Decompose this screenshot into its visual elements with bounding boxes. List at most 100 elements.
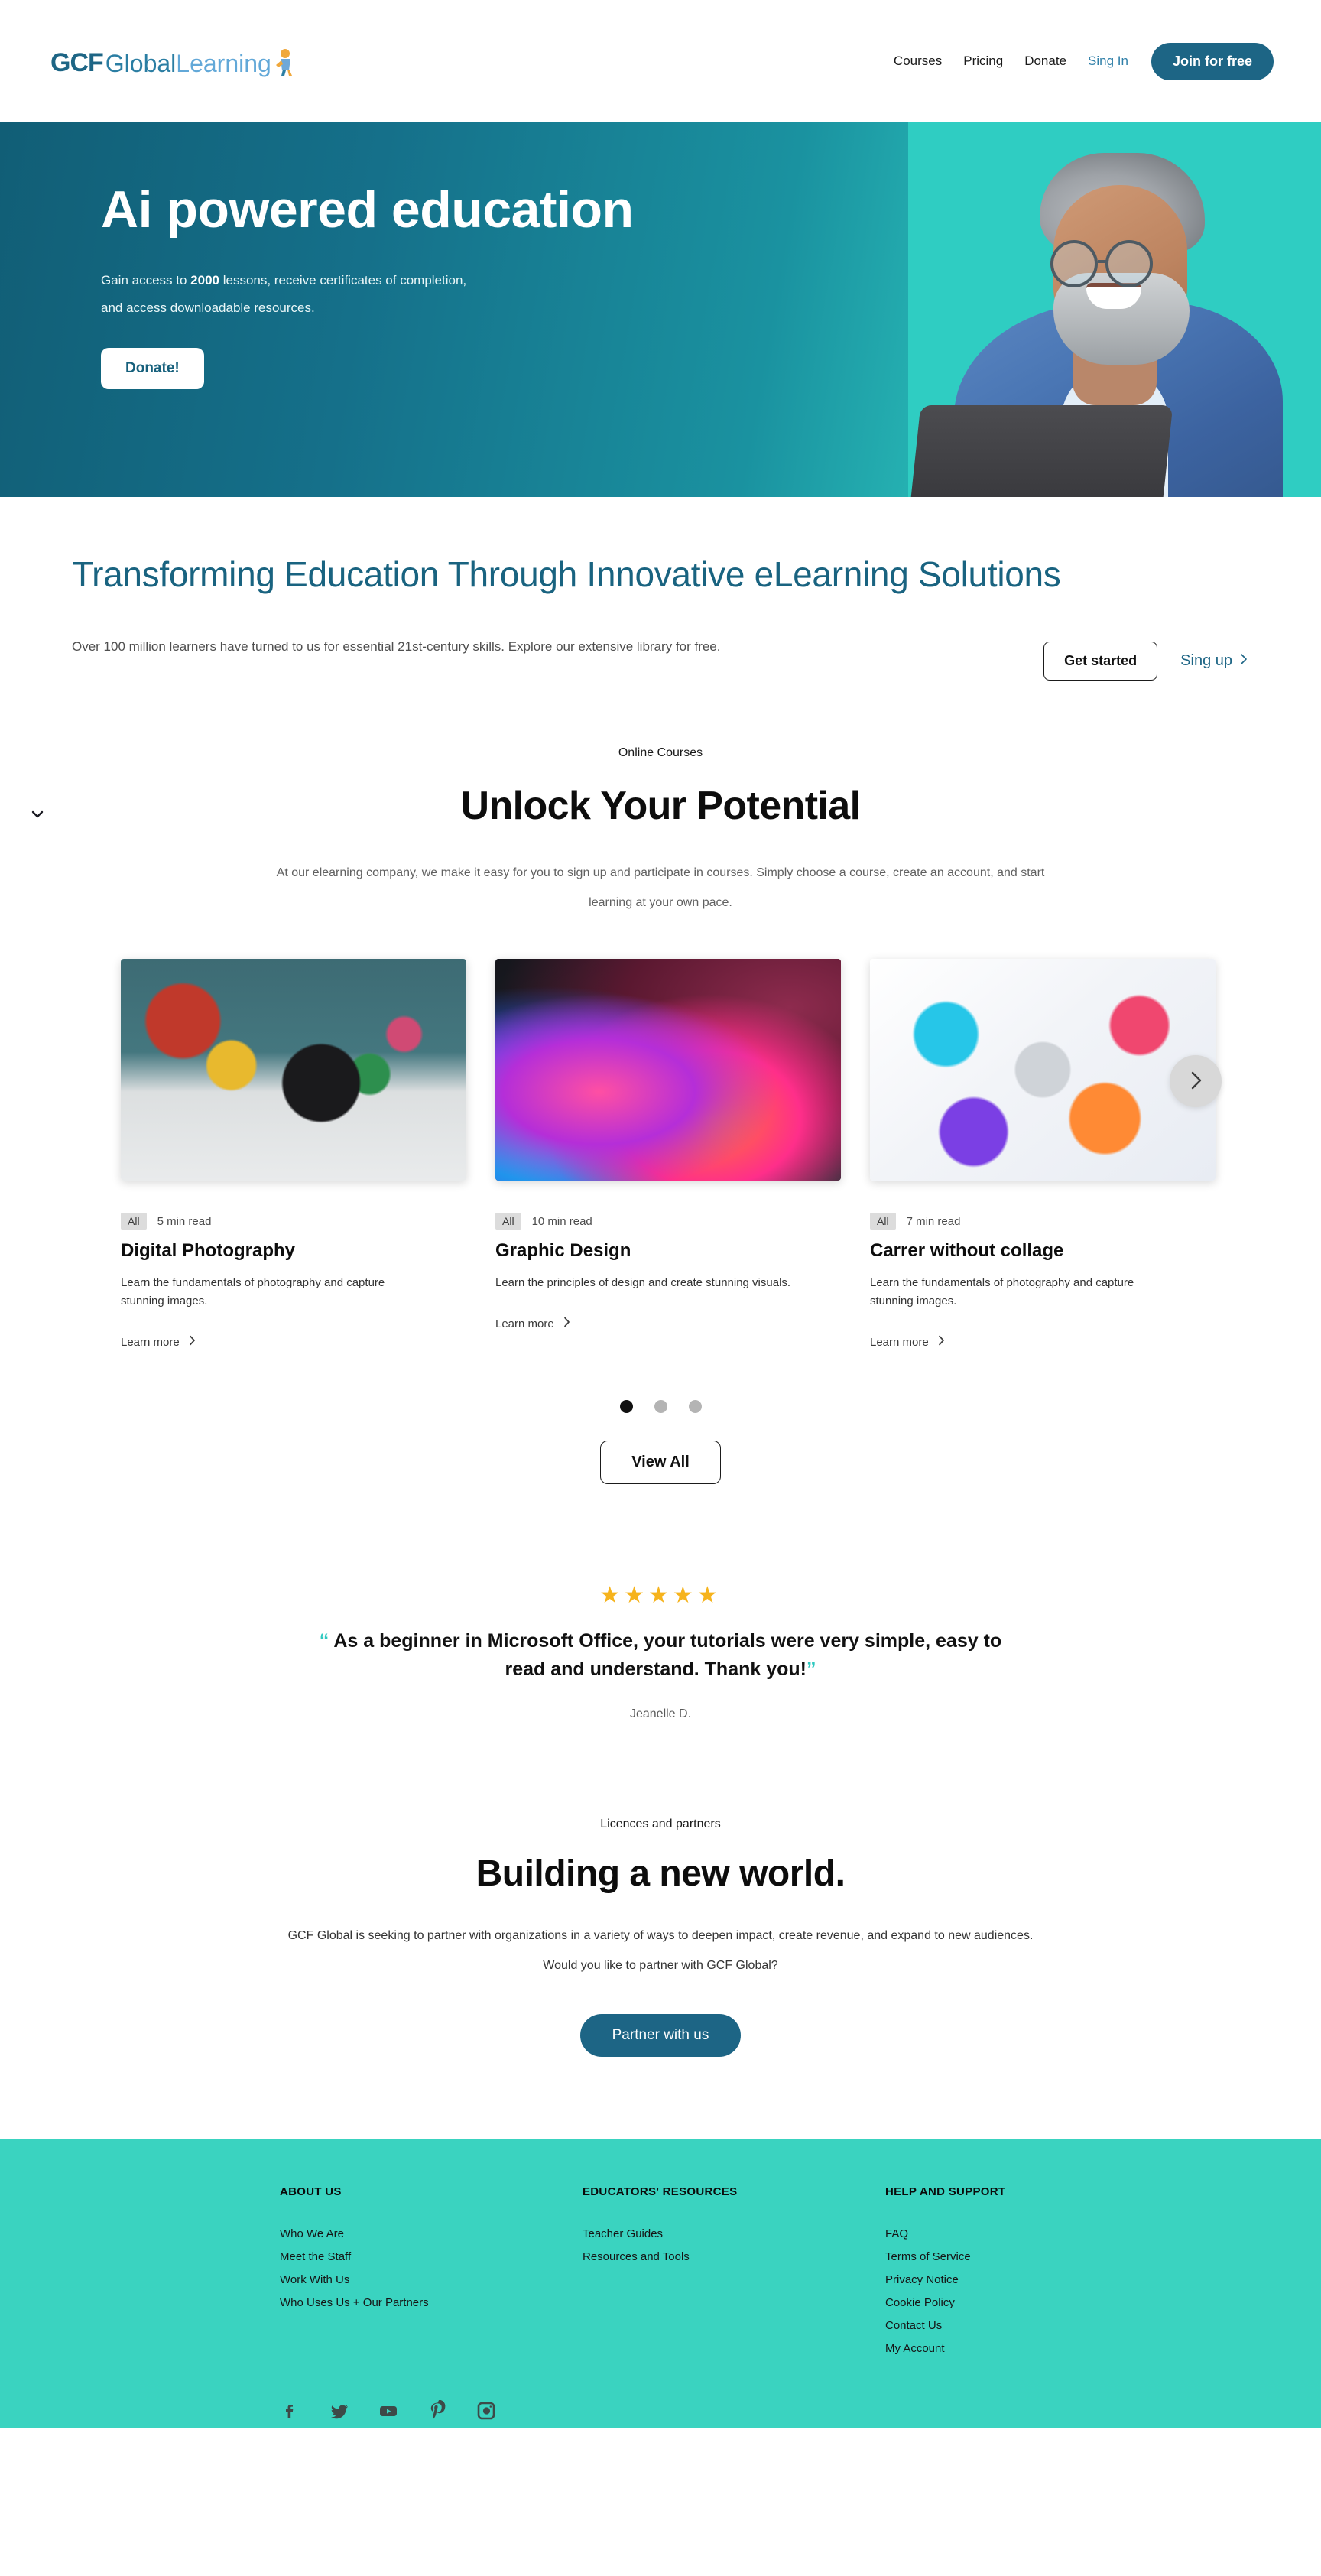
course-title: Graphic Design bbox=[495, 1240, 631, 1262]
course-description: Learn the fundamentals of photography an… bbox=[121, 1276, 385, 1308]
nav-item-sign-in[interactable]: Sing In bbox=[1088, 54, 1128, 69]
logo-text-gcf: GCF bbox=[50, 48, 104, 77]
carousel-dot-1[interactable] bbox=[619, 1399, 633, 1413]
hero-banner: Ai powered education Gain access to 2000… bbox=[0, 122, 1321, 497]
footer-link[interactable]: Work With Us bbox=[280, 2273, 583, 2286]
hero-sub-line2: and access downloadable resources. bbox=[101, 300, 315, 316]
pinterest-icon[interactable] bbox=[427, 2399, 448, 2422]
nav-item-donate[interactable]: Donate bbox=[1024, 54, 1066, 69]
sign-up-link[interactable]: Sing up bbox=[1180, 652, 1248, 670]
carousel-dots bbox=[0, 1399, 1321, 1413]
course-card-image bbox=[870, 959, 1216, 1181]
partners-eyebrow: Licences and partners bbox=[600, 1817, 721, 1830]
courses-carousel: All 5 min read Digital Photography Learn… bbox=[0, 959, 1321, 1350]
learn-more-label: Learn more bbox=[495, 1317, 554, 1330]
rating-stars: ★★★★★ bbox=[599, 1582, 722, 1608]
course-read-time: 10 min read bbox=[531, 1214, 592, 1228]
course-tag: All bbox=[870, 1213, 896, 1230]
footer-link[interactable]: FAQ bbox=[885, 2227, 1005, 2240]
testimonial-author: Jeanelle D. bbox=[629, 1707, 692, 1720]
open-quote-icon: “ bbox=[319, 1629, 329, 1652]
carousel-dot-2[interactable] bbox=[654, 1399, 667, 1413]
footer-link[interactable]: Who We Are bbox=[280, 2227, 583, 2240]
footer-link[interactable]: Meet the Staff bbox=[280, 2250, 583, 2263]
site-logo[interactable]: GCF Global Learning bbox=[50, 47, 296, 76]
courses-heading: Unlock Your Potential bbox=[460, 783, 861, 828]
nav-item-pricing[interactable]: Pricing bbox=[963, 54, 1003, 69]
course-card[interactable]: All 10 min read Graphic Design Learn the… bbox=[495, 959, 841, 1350]
hero-title: Ai powered education bbox=[101, 180, 634, 239]
join-for-free-button[interactable]: Join for free bbox=[1151, 42, 1274, 80]
learn-more-label: Learn more bbox=[121, 1335, 180, 1349]
logo-text-learning: Learning bbox=[176, 50, 271, 77]
chevron-right-icon bbox=[938, 1335, 945, 1349]
chevron-right-icon bbox=[1240, 652, 1248, 670]
footer-column-title: EDUCATORS' RESOURCES bbox=[583, 2185, 738, 2199]
course-title: Digital Photography bbox=[121, 1240, 295, 1262]
chevron-right-icon bbox=[189, 1335, 196, 1349]
courses-section: Online Courses Unlock Your Potential At … bbox=[0, 681, 1321, 1484]
footer-link[interactable]: Contact Us bbox=[885, 2319, 1005, 2332]
carousel-dot-3[interactable] bbox=[688, 1399, 702, 1413]
course-description: Learn the fundamentals of photography an… bbox=[870, 1276, 1134, 1308]
testimonial-text: As a beginner in Microsoft Office, your … bbox=[329, 1629, 1002, 1681]
learn-more-label: Learn more bbox=[870, 1335, 929, 1349]
courses-eyebrow: Online Courses bbox=[618, 746, 703, 759]
course-learn-more-link[interactable]: Learn more bbox=[495, 1317, 570, 1330]
logo-globe-figure-icon bbox=[273, 47, 296, 76]
hero-sub-post: lessons, receive certificates of complet… bbox=[219, 273, 467, 288]
youtube-icon[interactable] bbox=[378, 2400, 399, 2422]
testimonial-section: ★★★★★ “ As a beginner in Microsoft Offic… bbox=[0, 1582, 1321, 1721]
course-card[interactable]: All 5 min read Digital Photography Learn… bbox=[121, 959, 466, 1350]
footer-link[interactable]: Privacy Notice bbox=[885, 2273, 1005, 2286]
footer-link[interactable]: Terms of Service bbox=[885, 2250, 1005, 2263]
footer-link[interactable]: Cookie Policy bbox=[885, 2296, 1005, 2309]
sign-up-label: Sing up bbox=[1180, 651, 1232, 669]
transform-heading: Transforming Education Through Innovativ… bbox=[72, 554, 1061, 594]
get-started-button[interactable]: Get started bbox=[1043, 641, 1158, 681]
partners-heading: Building a new world. bbox=[475, 1853, 846, 1894]
chevron-right-icon bbox=[563, 1317, 570, 1330]
footer-link[interactable]: Who Uses Us + Our Partners bbox=[280, 2296, 583, 2309]
hero-subtitle: Gain access to 2000 lessons, receive cer… bbox=[101, 267, 651, 321]
course-description: Learn the principles of design and creat… bbox=[495, 1276, 791, 1290]
course-learn-more-link[interactable]: Learn more bbox=[121, 1335, 196, 1349]
course-read-time: 7 min read bbox=[906, 1214, 961, 1228]
transform-copy: Over 100 million learners have turned to… bbox=[72, 638, 721, 654]
site-header: GCF Global Learning Courses Pricing Dona… bbox=[0, 0, 1321, 122]
logo-text-global: Global bbox=[105, 50, 177, 77]
course-learn-more-link[interactable]: Learn more bbox=[870, 1335, 945, 1349]
hero-donate-button[interactable]: Donate! bbox=[101, 347, 204, 389]
carousel-next-button[interactable] bbox=[1170, 1055, 1222, 1108]
courses-copy: At our elearning company, we make it eas… bbox=[276, 866, 1045, 910]
footer-link[interactable]: Resources and Tools bbox=[583, 2250, 885, 2263]
partners-copy: GCF Global is seeking to partner with or… bbox=[287, 1928, 1034, 1972]
footer-link[interactable]: Teacher Guides bbox=[583, 2227, 885, 2240]
facebook-icon[interactable] bbox=[280, 2400, 301, 2422]
partner-with-us-button[interactable]: Partner with us bbox=[579, 2014, 742, 2058]
testimonial-quote: “ As a beginner in Microsoft Office, you… bbox=[309, 1627, 1012, 1684]
course-title: Carrer without collage bbox=[870, 1240, 1064, 1262]
course-card[interactable]: All 7 min read Carrer without collage Le… bbox=[870, 959, 1216, 1350]
hero-sub-count: 2000 bbox=[190, 273, 219, 288]
hero-laptop-prop bbox=[910, 405, 1173, 497]
footer-column-educators-resources: EDUCATORS' RESOURCES Teacher Guides Reso… bbox=[583, 2185, 885, 2365]
instagram-icon[interactable] bbox=[475, 2400, 497, 2422]
chevron-down-icon[interactable] bbox=[29, 806, 46, 823]
twitter-icon[interactable] bbox=[329, 2400, 350, 2422]
footer-column-title: ABOUT US bbox=[280, 2185, 342, 2199]
chevron-right-icon bbox=[1184, 1069, 1207, 1094]
hero-portrait-image bbox=[908, 122, 1321, 497]
close-quote-icon: ” bbox=[807, 1658, 816, 1681]
course-read-time: 5 min read bbox=[157, 1214, 212, 1228]
course-card-image bbox=[495, 959, 841, 1181]
footer-column-help-and-support: HELP AND SUPPORT FAQ Terms of Service Pr… bbox=[885, 2185, 1005, 2365]
main-navigation: Courses Pricing Donate Sing In Join for … bbox=[894, 42, 1274, 80]
view-all-button[interactable]: View All bbox=[600, 1440, 721, 1484]
transform-section: Transforming Education Through Innovativ… bbox=[0, 497, 1321, 681]
nav-item-courses[interactable]: Courses bbox=[894, 54, 942, 69]
footer-column-title: HELP AND SUPPORT bbox=[885, 2185, 1006, 2199]
footer-link[interactable]: My Account bbox=[885, 2342, 1005, 2355]
course-tag: All bbox=[495, 1213, 521, 1230]
partners-section: Licences and partners Building a new wor… bbox=[0, 1817, 1321, 2058]
